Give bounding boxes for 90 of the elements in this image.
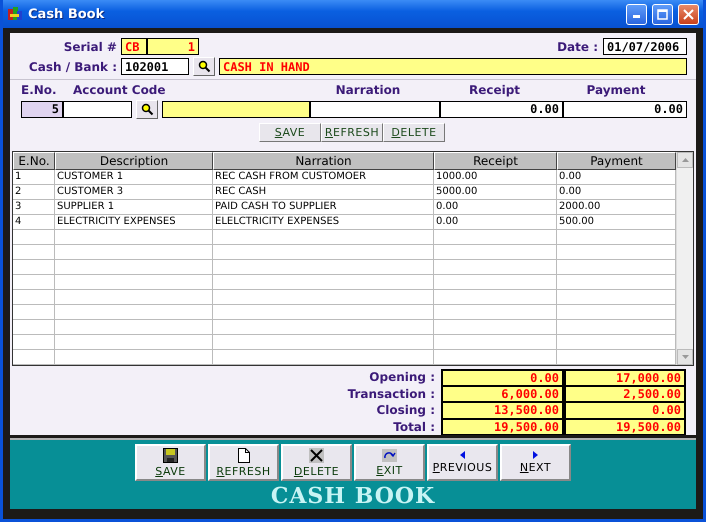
action-button[interactable]: REFRESH — [321, 122, 383, 142]
total-value: 13,500.00 — [441, 402, 564, 418]
maximize-button[interactable] — [652, 4, 673, 24]
table-cell: CUSTOMER 1 — [55, 170, 213, 185]
cash-bank-name-field[interactable]: CASH IN HAND — [219, 58, 687, 75]
total-label: Transaction : — [346, 386, 436, 402]
action-button[interactable]: SAVE — [259, 122, 321, 142]
table-cell — [13, 260, 55, 275]
down-arrow-icon — [682, 355, 688, 359]
table-cell: SUPPLIER 1 — [55, 200, 213, 215]
total-label: Closing : — [375, 402, 436, 418]
total-value: 17,000.00 — [564, 369, 686, 386]
search-button[interactable] — [136, 100, 158, 119]
account-code-field[interactable] — [63, 100, 132, 118]
table-cell: REC CASH FROM CUSTOMOER — [213, 170, 434, 185]
serial-number-field[interactable]: 1 — [147, 38, 199, 55]
up-arrow-icon — [682, 158, 688, 162]
table-cell — [13, 274, 55, 290]
search-button[interactable] — [193, 57, 215, 76]
close-button[interactable] — [678, 4, 699, 24]
cash-bank-label: Cash / Bank : — [28, 60, 117, 74]
save-button[interactable]: SAVE — [135, 444, 206, 481]
cross-icon — [309, 448, 324, 462]
refresh-button[interactable]: REFRESH — [208, 444, 279, 481]
search-icon — [198, 60, 210, 73]
column-header[interactable]: Description — [55, 152, 213, 170]
total-label: Total : — [392, 418, 436, 435]
total-value: 2,500.00 — [564, 386, 686, 402]
total-value: 19,500.00 — [564, 418, 686, 435]
date-label: Date : — [557, 40, 598, 54]
table-cell — [13, 320, 55, 335]
right-arrow-icon — [533, 451, 538, 459]
table-cell: ELELCTRICITY EXPENSES — [213, 214, 434, 230]
total-value: 19,500.00 — [441, 418, 564, 435]
table-cell: 3 — [13, 200, 55, 215]
column-label: Receipt — [468, 83, 522, 98]
close-icon — [683, 8, 694, 20]
maximize-icon — [657, 8, 668, 20]
action-button[interactable]: DELETE — [383, 122, 445, 142]
total-value: 0.00 — [564, 402, 686, 418]
column-label: Payment — [586, 83, 646, 98]
serial-prefix-field[interactable]: CB — [121, 38, 147, 55]
table-cell: ELECTRICITY EXPENSES — [55, 214, 213, 230]
table-cell — [13, 290, 55, 305]
exit-button[interactable]: EXIT — [354, 444, 425, 481]
window-title: Cash Book — [28, 6, 106, 22]
table-cell: 1 — [13, 170, 55, 185]
column-header[interactable]: E.No. — [13, 152, 55, 170]
table-cell — [13, 350, 55, 365]
receipt-field[interactable]: 0.00 — [440, 100, 563, 118]
column-header[interactable]: Narration — [213, 152, 434, 170]
table-cell — [13, 334, 55, 350]
column-label: Narration — [334, 83, 402, 98]
date-field[interactable]: 01/07/2006 — [603, 38, 687, 55]
search-icon — [140, 102, 154, 116]
narration-field[interactable] — [310, 100, 440, 118]
table-cell: 2 — [13, 184, 55, 200]
column-header[interactable]: Payment — [557, 152, 676, 170]
table-cell: CUSTOMER 3 — [55, 184, 213, 200]
description-field[interactable] — [162, 100, 310, 118]
table-cell: 4 — [13, 214, 55, 230]
column-label: E.No. — [21, 83, 58, 98]
cash-bank-code-field[interactable]: 102001 — [121, 58, 189, 75]
table-cell: 1000.00 — [434, 170, 557, 185]
app-icon — [7, 6, 23, 22]
total-value: 0.00 — [441, 369, 564, 386]
previous-button[interactable]: PREVIOUS — [427, 444, 498, 481]
table-cell — [13, 244, 55, 260]
serial-label: Serial # — [62, 40, 117, 54]
document-icon — [238, 448, 250, 462]
scroll-up-button[interactable] — [677, 152, 693, 168]
delete-button[interactable]: DELETE — [281, 444, 352, 481]
minimize-button[interactable] — [626, 4, 647, 24]
column-label: Account Code — [73, 83, 167, 98]
table-cell — [13, 230, 55, 245]
footer-title: CASH BOOK — [270, 483, 436, 509]
table-cell: PAID CASH TO SUPPLIER — [213, 200, 434, 215]
table-cell: 0.00 — [434, 200, 557, 215]
table-cell: 0.00 — [434, 214, 557, 230]
left-arrow-icon — [460, 451, 465, 459]
total-label: Opening : — [368, 369, 436, 386]
table-cell — [13, 304, 55, 320]
redo-arrow-icon — [382, 448, 397, 462]
next-button[interactable]: NEXT — [500, 444, 571, 481]
table-cell: REC CASH — [213, 184, 434, 200]
table-cell: 5000.00 — [434, 184, 557, 200]
payment-field[interactable]: 0.00 — [563, 100, 687, 118]
column-header[interactable]: Receipt — [434, 152, 557, 170]
total-value: 6,000.00 — [441, 386, 564, 402]
entry-number-field[interactable]: 5 — [21, 100, 63, 118]
